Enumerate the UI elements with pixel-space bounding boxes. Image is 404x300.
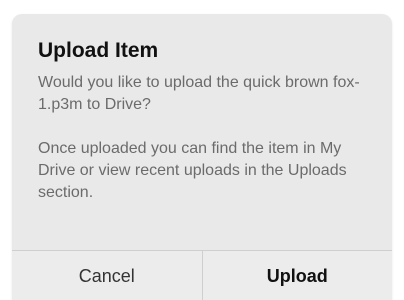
cancel-button[interactable]: Cancel xyxy=(12,251,203,300)
dialog-title: Upload Item xyxy=(38,39,159,62)
upload-item-dialog: Upload Item Would you like to upload the… xyxy=(12,14,392,300)
dialog-button-row: Cancel Upload xyxy=(12,250,392,300)
dialog-message-info: Once uploaded you can find the item in M… xyxy=(38,140,347,201)
dialog-message-confirm: Would you like to upload the quick brown… xyxy=(38,74,360,113)
upload-button[interactable]: Upload xyxy=(203,251,393,300)
dialog-body: Upload Item Would you like to upload the… xyxy=(12,14,392,250)
